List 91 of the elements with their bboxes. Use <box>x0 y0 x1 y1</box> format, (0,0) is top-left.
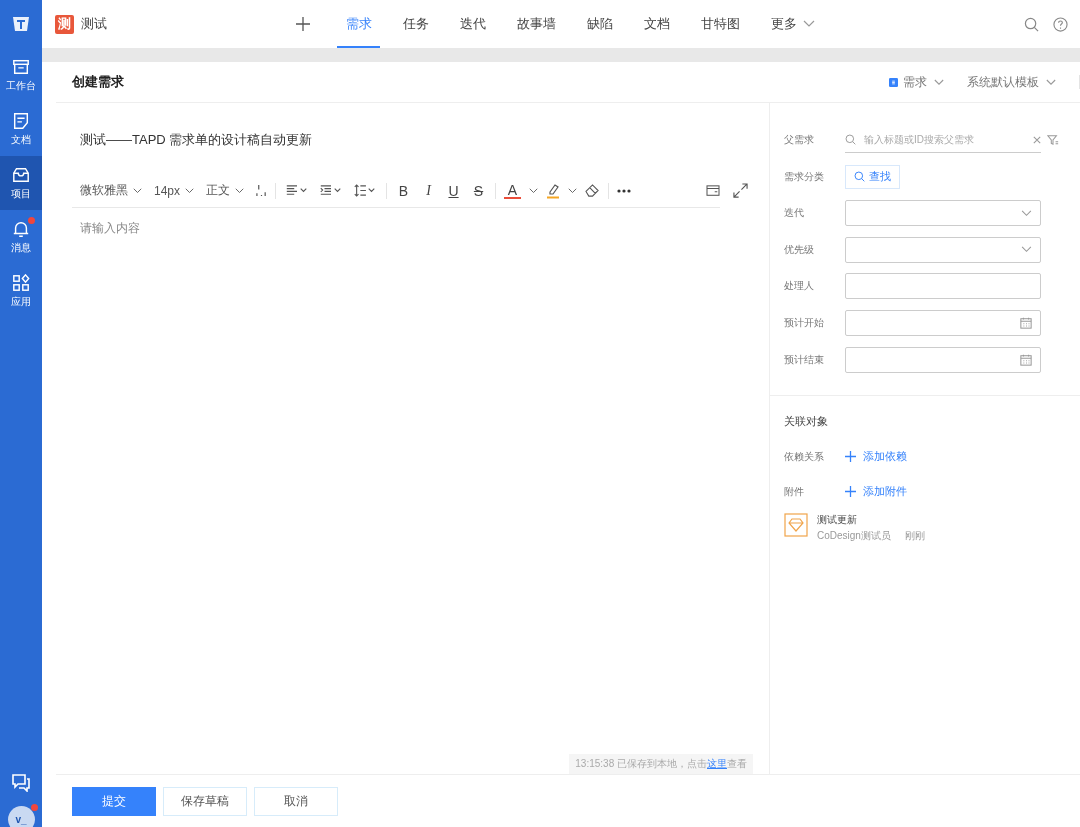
nav-tab[interactable]: 迭代 <box>451 0 494 48</box>
field-label: 附件 <box>784 484 805 499</box>
sidebar-item[interactable]: 应用 <box>0 264 42 318</box>
type-dropdown[interactable]: 需求 <box>903 73 944 91</box>
sidebar-item[interactable]: 消息 <box>0 210 42 264</box>
attachment-author: CoDesign测试员 <box>817 529 891 544</box>
calendar-icon <box>1020 353 1032 366</box>
caret-icon[interactable] <box>568 187 578 194</box>
more-icon[interactable] <box>617 188 632 193</box>
field-label: 迭代 <box>784 206 805 221</box>
caret-icon <box>934 78 944 86</box>
chat-icon[interactable] <box>11 772 31 792</box>
caret-icon <box>133 187 142 194</box>
project-name[interactable]: 测试 <box>81 15 107 33</box>
format-button[interactable]: I <box>420 182 438 199</box>
style-dropdown[interactable]: 正文 <box>206 182 245 199</box>
nav-tab[interactable]: 故事墙 <box>508 0 564 48</box>
attachment-time: 刚刚 <box>904 529 925 544</box>
search-input[interactable]: 输入标题或ID搜索父需求 <box>862 133 1027 146</box>
logo-icon[interactable] <box>11 14 31 34</box>
fullscreen-icon[interactable] <box>733 183 748 198</box>
caret-icon <box>802 20 815 28</box>
nav-tab[interactable]: 任务 <box>394 0 437 48</box>
caret-icon <box>235 187 245 194</box>
document-icon <box>12 111 30 130</box>
size-dropdown[interactable]: 14px <box>154 183 195 198</box>
search-icon <box>854 171 865 183</box>
eraser-icon[interactable] <box>585 184 601 197</box>
save-notice: 13:15:38 已保存到本地，点击这里查看 <box>569 754 753 774</box>
find-button[interactable]: 查找 <box>845 164 900 189</box>
view-link[interactable]: 这里 <box>707 758 727 769</box>
select-field[interactable] <box>845 200 1041 227</box>
highlight-icon[interactable] <box>546 182 561 199</box>
font-dropdown[interactable]: 微软雅黑 <box>80 182 142 199</box>
caret-icon <box>1046 78 1056 86</box>
help-icon[interactable] <box>1053 16 1068 32</box>
story-type-icon <box>889 77 898 87</box>
parent-search-field[interactable]: 输入标题或ID搜索父需求 <box>845 127 1041 153</box>
search-icon <box>845 134 856 145</box>
field-label: 预计结束 <box>784 352 825 367</box>
field-label: 需求分类 <box>784 169 825 184</box>
title-field[interactable]: 测试——TAPD 需求单的设计稿自动更新 <box>72 131 769 149</box>
page-title: 创建需求 <box>72 73 124 91</box>
inbox-icon <box>12 165 30 184</box>
format-button[interactable]: U <box>445 182 463 199</box>
user-avatar[interactable]: v_ <box>7 806 35 827</box>
clear-icon[interactable] <box>1033 135 1041 144</box>
field-label: 父需求 <box>784 133 815 147</box>
preview-icon[interactable] <box>706 184 720 197</box>
sidebar-item[interactable]: 项目 <box>0 156 42 210</box>
apps-icon <box>12 273 30 292</box>
content-editor[interactable]: 请输入内容 <box>72 208 769 754</box>
action-button[interactable]: 取消 <box>254 786 338 816</box>
tray-icon <box>12 57 30 76</box>
input-field[interactable] <box>845 273 1041 300</box>
heading-number-icon[interactable] <box>256 184 268 197</box>
caret-icon <box>185 187 195 194</box>
format-button[interactable]: B <box>395 182 413 199</box>
date-field[interactable] <box>845 346 1041 373</box>
nav-tab[interactable]: 缺陷 <box>578 0 621 48</box>
template-dropdown[interactable]: 系统默认模板 <box>967 73 1056 91</box>
calendar-icon <box>1020 316 1032 329</box>
nav-tab[interactable]: 甘特图 <box>692 0 748 48</box>
action-button[interactable]: 保存草稿 <box>163 786 247 816</box>
field-label: 预计开始 <box>784 315 825 330</box>
field-label: 依赖关系 <box>784 449 825 464</box>
field-label: 优先级 <box>784 242 815 257</box>
search-icon[interactable] <box>1024 16 1039 32</box>
section-title: 关联对象 <box>783 414 829 430</box>
action-button[interactable]: 提交 <box>72 786 156 816</box>
plus-icon <box>845 451 856 463</box>
plus-icon <box>845 486 856 498</box>
caret-icon <box>1021 209 1032 217</box>
nav-tab[interactable]: 文档 <box>635 0 678 48</box>
add-icon[interactable] <box>295 16 311 32</box>
caret-icon <box>1021 246 1032 254</box>
font-color-button[interactable]: A <box>504 182 522 199</box>
sidebar-item[interactable]: 文档 <box>0 102 42 156</box>
field-label: 处理人 <box>784 279 815 294</box>
filter-icon[interactable] <box>1047 134 1059 146</box>
project-logo: 测 <box>55 14 74 34</box>
add-link[interactable]: 添加附件 <box>845 484 907 500</box>
bell-icon <box>12 219 30 238</box>
more-menu[interactable]: 更多 <box>762 0 823 48</box>
format-button[interactable]: S <box>470 182 488 199</box>
attachment-name[interactable]: 测试更新 <box>817 513 925 528</box>
add-link[interactable]: 添加依赖 <box>845 449 907 465</box>
sidebar-item[interactable]: 工作台 <box>0 48 42 102</box>
caret-icon[interactable] <box>529 187 539 194</box>
select-field[interactable] <box>845 236 1041 263</box>
date-field[interactable] <box>845 309 1041 336</box>
